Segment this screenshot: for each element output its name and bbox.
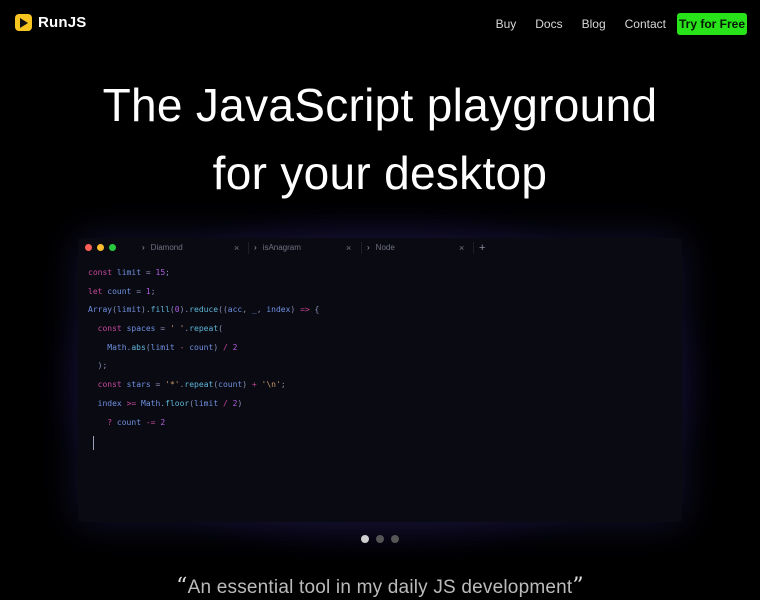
brand-name: RunJS bbox=[38, 14, 87, 31]
tab-node[interactable]: › Node × bbox=[367, 238, 467, 258]
nav-link-docs[interactable]: Docs bbox=[535, 17, 562, 31]
code-line-5: Math.abs(limit - count) / 2 bbox=[107, 342, 238, 352]
maximize-window-dot[interactable] bbox=[109, 244, 116, 251]
top-nav: RunJS Buy Docs Blog Contact Try for Free bbox=[0, 0, 760, 48]
code-line-6: ); bbox=[97, 361, 108, 371]
close-window-dot[interactable] bbox=[85, 244, 92, 251]
code-area[interactable]: const limit = 15; let count = 1; Array(l… bbox=[88, 268, 319, 436]
carousel-dot-2[interactable] bbox=[376, 535, 384, 543]
minimize-window-dot[interactable] bbox=[97, 244, 104, 251]
editor-tab-bar: › Diamond × › isAnagram × › Node × + bbox=[78, 238, 682, 258]
code-line-2: let count = 1; bbox=[88, 286, 156, 296]
carousel-dot-1[interactable] bbox=[361, 535, 369, 543]
testimonial-text: An essential tool in my daily JS develop… bbox=[187, 577, 573, 598]
close-icon[interactable]: × bbox=[234, 238, 239, 258]
tab-label: isAnagram bbox=[262, 243, 301, 252]
code-line-4: const spaces = ' '.repeat( bbox=[97, 324, 223, 334]
chevron-right-icon: › bbox=[254, 243, 257, 252]
chevron-right-icon: › bbox=[367, 243, 370, 252]
tab-divider bbox=[248, 242, 249, 254]
code-line-1: const limit = 15; bbox=[88, 268, 170, 277]
try-for-free-button[interactable]: Try for Free bbox=[677, 13, 747, 35]
tab-diamond[interactable]: › Diamond × bbox=[142, 238, 242, 258]
close-icon[interactable]: × bbox=[346, 238, 351, 258]
code-line-9: ? count -= 2 bbox=[107, 417, 166, 427]
chevron-right-icon: › bbox=[142, 243, 145, 252]
close-quote-mark: ” bbox=[572, 574, 584, 599]
add-tab-icon[interactable]: + bbox=[479, 238, 485, 258]
code-line-3: Array(limit).fill(0).reduce((acc, _, ind… bbox=[88, 305, 320, 315]
text-cursor bbox=[93, 436, 94, 450]
brand-logo[interactable]: RunJS bbox=[15, 14, 87, 31]
tab-isanagram[interactable]: › isAnagram × bbox=[254, 238, 354, 258]
nav-links: Buy Docs Blog Contact bbox=[477, 17, 666, 31]
close-icon[interactable]: × bbox=[459, 238, 464, 258]
carousel-pager bbox=[361, 535, 399, 543]
tab-label: Node bbox=[375, 243, 395, 252]
hero-title-line-2: for your desktop bbox=[212, 147, 548, 199]
carousel-dot-3[interactable] bbox=[391, 535, 399, 543]
open-quote-mark: “ bbox=[176, 574, 188, 599]
runjs-logo-icon bbox=[15, 14, 32, 31]
hero-title-line-1: The JavaScript playground bbox=[102, 79, 658, 131]
tab-divider bbox=[473, 242, 474, 254]
tab-divider bbox=[361, 242, 362, 254]
code-editor-window: › Diamond × › isAnagram × › Node × + const … bbox=[78, 238, 682, 522]
nav-link-blog[interactable]: Blog bbox=[582, 17, 606, 31]
tab-label: Diamond bbox=[150, 243, 183, 252]
code-line-7: const stars = '*'.repeat(count) + '\n'; bbox=[97, 380, 286, 390]
nav-link-contact[interactable]: Contact bbox=[625, 17, 666, 31]
testimonial-quote: “An essential tool in my daily JS develo… bbox=[0, 574, 760, 599]
nav-link-buy[interactable]: Buy bbox=[496, 17, 517, 31]
code-line-8: index >= Math.floor(limit / 2) bbox=[97, 398, 243, 408]
